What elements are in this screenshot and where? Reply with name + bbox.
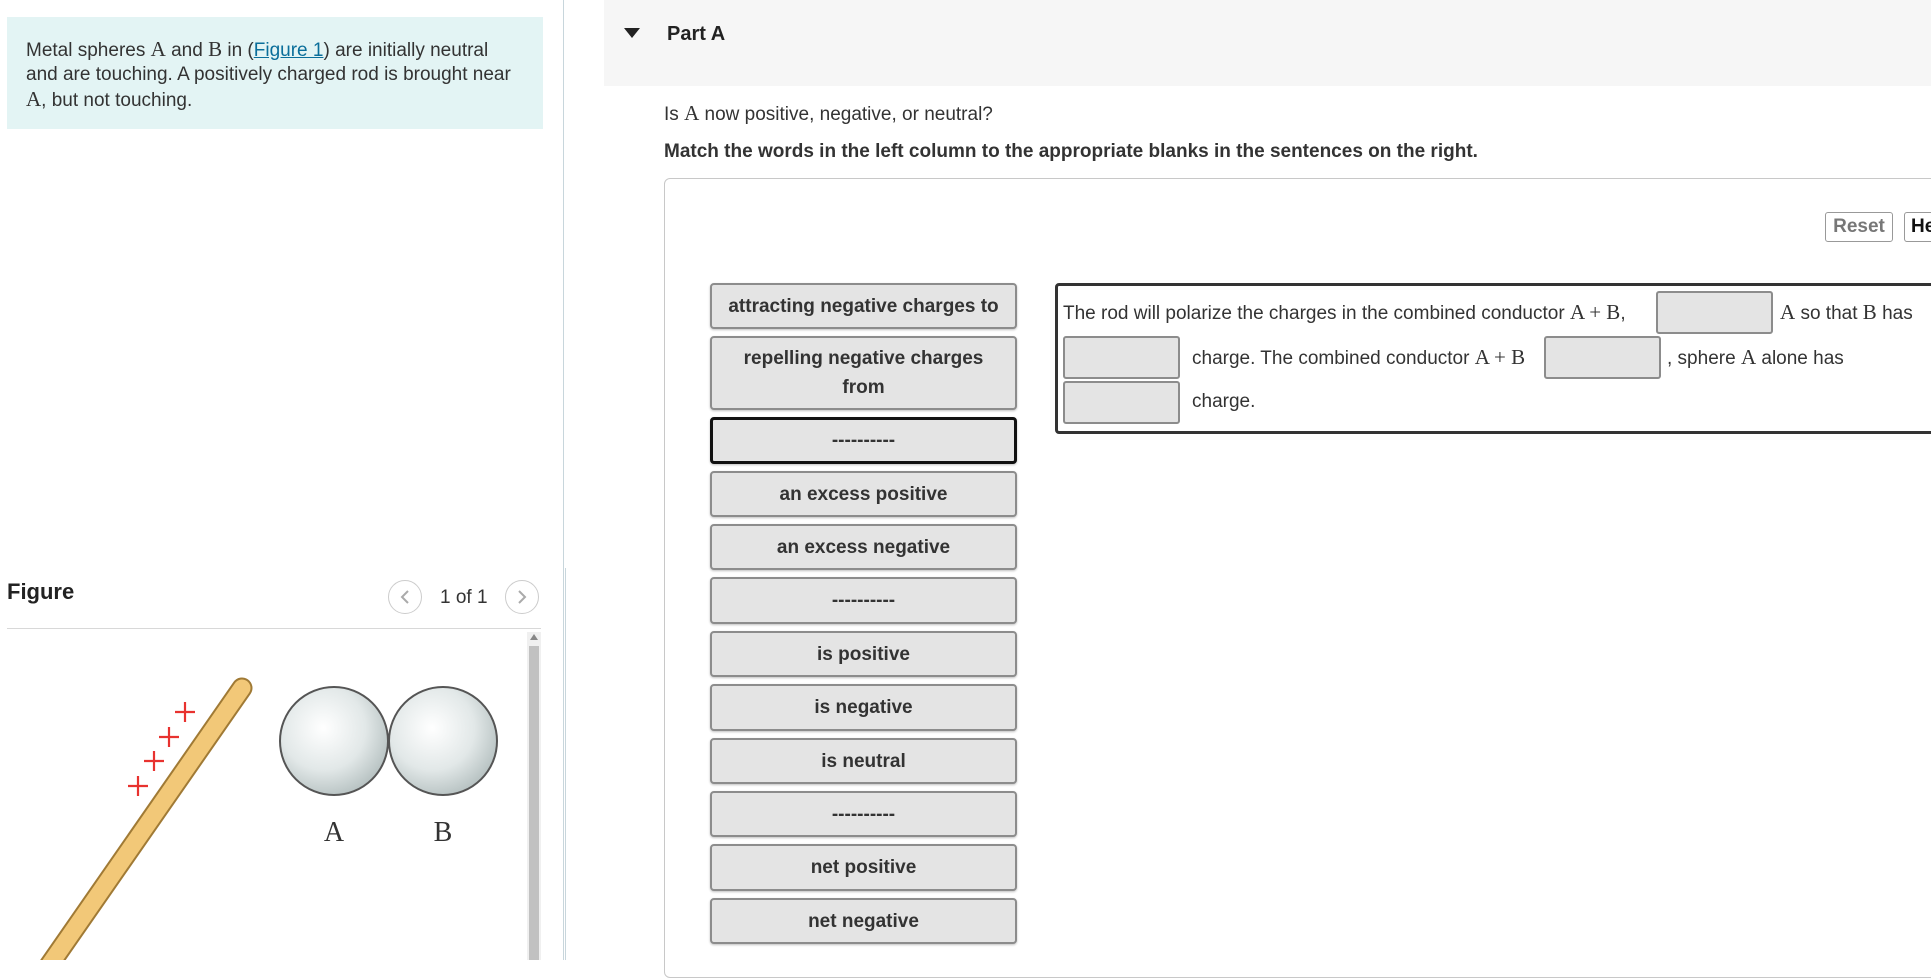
sentence-fragment: , (1620, 303, 1626, 324)
word-tile[interactable]: net positive (710, 844, 1017, 891)
var-a: A (684, 101, 700, 125)
sentence-text: charge. (1192, 391, 1256, 412)
word-tile[interactable]: is negative (710, 684, 1017, 731)
panel-divider (563, 0, 564, 960)
word-tile[interactable]: repelling negative charges from (710, 336, 1017, 410)
figure-prev-button[interactable] (388, 580, 422, 614)
var-a: A (1740, 345, 1757, 369)
var-a: A (26, 87, 42, 111)
word-tile[interactable]: is positive (710, 631, 1017, 677)
word-tile[interactable]: attracting negative charges to (710, 283, 1017, 329)
question-text-part: now positive, negative, or neutral? (699, 104, 993, 125)
problem-text: and (165, 40, 209, 61)
instruction-text: Match the words in the left column to th… (664, 141, 1478, 162)
label-b: B (434, 817, 453, 848)
label-a: A (324, 817, 345, 848)
figure-next-button[interactable] (505, 580, 539, 614)
sphere-a (279, 686, 389, 796)
var-b: B (208, 37, 223, 61)
word-tile[interactable]: ---------- (710, 417, 1017, 464)
collapse-caret-icon[interactable] (624, 28, 640, 38)
math-a-plus-b: A + B (1569, 300, 1621, 324)
problem-text: , but not touching. (41, 90, 193, 111)
charged-rod (40, 677, 253, 960)
panel-divider (565, 568, 566, 960)
figure-divider (7, 628, 541, 629)
question-text-part: Is (664, 104, 685, 125)
word-tile[interactable]: an excess negative (710, 524, 1017, 570)
problem-statement: Metal spheres A and B in (Figure 1) are … (7, 17, 543, 129)
drop-blank-2[interactable] (1063, 336, 1180, 379)
word-tile[interactable]: an excess positive (710, 471, 1017, 517)
part-header[interactable] (604, 0, 1931, 86)
sphere-b (388, 686, 498, 796)
reset-button[interactable]: Reset (1825, 212, 1893, 242)
sentence-fragment: The rod will polarize the charges in the… (1063, 303, 1570, 324)
math-a-plus-b: A + B (1474, 345, 1526, 369)
sentence-fragment: so that (1795, 303, 1863, 324)
sentence-fragment: , sphere (1667, 348, 1741, 369)
problem-text: Metal spheres (26, 40, 151, 61)
chevron-left-icon (400, 590, 409, 604)
sentence-text: , sphere A alone has (1667, 345, 1844, 370)
drop-blank-4[interactable] (1063, 381, 1180, 424)
figure-counter: 1 of 1 (440, 587, 488, 608)
word-tile[interactable]: ---------- (710, 577, 1017, 624)
word-tile[interactable]: is neutral (710, 738, 1017, 784)
chevron-right-icon (518, 590, 527, 604)
help-button[interactable]: He (1904, 212, 1931, 242)
sentence-text: The rod will polarize the charges in the… (1063, 300, 1626, 325)
figure-image: A B (40, 677, 498, 960)
sentence-text: A so that B has (1780, 300, 1913, 325)
var-a: A (150, 37, 166, 61)
var-a: A (1780, 300, 1796, 324)
figure-title: Figure (7, 579, 75, 604)
scroll-up-icon[interactable] (530, 634, 538, 640)
scrollbar-thumb[interactable] (529, 646, 539, 960)
sentence-fragment: alone has (1756, 348, 1844, 369)
word-tile[interactable]: ---------- (710, 791, 1017, 837)
var-b: B (1862, 300, 1877, 324)
part-title[interactable]: Part A (667, 23, 725, 46)
figure-link[interactable]: Figure 1 (254, 40, 324, 61)
sentence-text: charge. The combined conductor A + B (1192, 345, 1525, 370)
figure-scrollbar[interactable] (527, 632, 541, 960)
sentence-fragment: has (1876, 303, 1913, 324)
problem-text: in ( (222, 40, 254, 61)
drop-blank-1[interactable] (1656, 291, 1773, 334)
word-tile[interactable]: net negative (710, 898, 1017, 944)
drop-blank-3[interactable] (1544, 336, 1661, 379)
question-text: Is A now positive, negative, or neutral? (664, 101, 993, 126)
sentence-fragment: charge. The combined conductor (1192, 348, 1475, 369)
